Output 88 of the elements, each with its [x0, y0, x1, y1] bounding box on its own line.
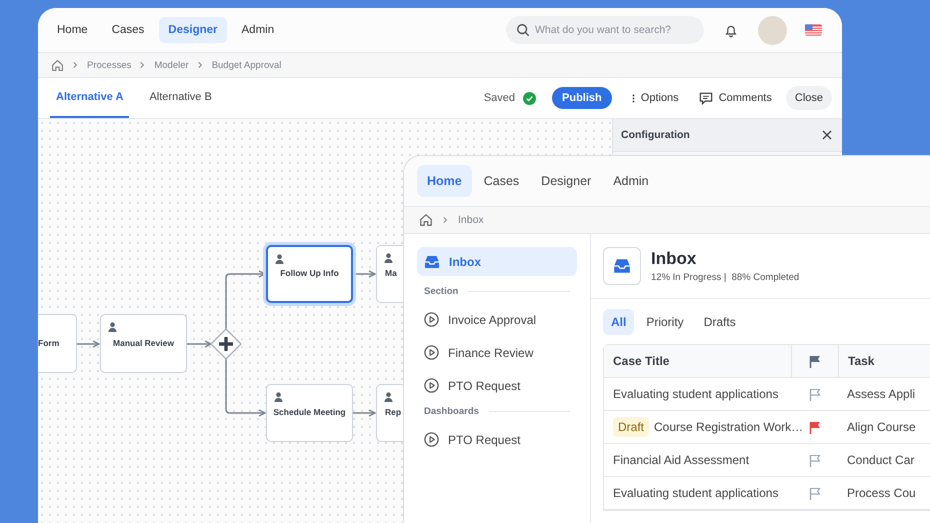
task-node[interactable]: Form [38, 314, 77, 373]
status-badge: Draft [613, 417, 650, 437]
progress-summary: 12% In Progress | 88% Completed [651, 272, 800, 283]
panel-title: Configuration [621, 129, 690, 141]
chevron-icon [72, 61, 79, 69]
sidebar-item[interactable]: PTO Request [417, 369, 577, 402]
inbox-icon [613, 258, 631, 274]
nav-tab[interactable]: Designer [159, 17, 227, 43]
node-label: Follow Up Info [279, 268, 340, 280]
table-cell: Evaluating student applications [613, 387, 778, 401]
connector-arrow [225, 270, 266, 330]
view-tab[interactable]: Alternative B [143, 78, 218, 118]
nav-tab[interactable]: Cases [474, 165, 530, 197]
table-cell: Process Cou [847, 486, 916, 500]
nav-tab[interactable]: Designer [531, 165, 602, 197]
comments-button[interactable]: Comments [692, 88, 778, 108]
filter-tab[interactable]: Drafts [696, 309, 744, 335]
connector-arrow [77, 340, 100, 348]
search-field[interactable]: What do you want to search? [506, 16, 704, 44]
node-label: Manual Review [112, 338, 175, 350]
table-cell: Course Registration Work… [654, 420, 804, 434]
comment-icon [698, 92, 713, 104]
chevron-icon [442, 216, 449, 224]
nav-tab[interactable]: Home [48, 17, 97, 43]
flag-icon [809, 354, 821, 368]
filter-tab[interactable]: All [603, 309, 634, 335]
breadcrumb-link[interactable]: Processes [87, 60, 132, 70]
save-status: Saved [484, 92, 516, 104]
play-icon [424, 345, 439, 360]
more-icon [632, 92, 635, 104]
sidebar-item[interactable]: Finance Review [417, 336, 577, 369]
task-node[interactable]: Ma [376, 245, 403, 303]
task-node[interactable]: Manual Review [100, 314, 187, 373]
home-icon[interactable] [51, 58, 64, 72]
table-cell: Align Course [847, 420, 916, 434]
node-label: Form [38, 338, 60, 350]
chevron-icon [196, 61, 204, 69]
flag-icon[interactable] [809, 454, 821, 466]
breadcrumb-link[interactable]: Inbox [458, 214, 484, 226]
flag-icon[interactable] [805, 24, 822, 36]
table-cell: Assess Appli [847, 387, 916, 401]
section-heading: Section [424, 286, 458, 297]
person-icon [384, 253, 393, 263]
nav-tab[interactable]: Cases [102, 17, 154, 43]
person-icon [384, 392, 393, 402]
flag-icon[interactable] [809, 486, 821, 500]
sidebar-item[interactable]: Invoice Approval [417, 303, 577, 336]
chevron-icon [139, 61, 146, 69]
breadcrumb-link[interactable]: Modeler [154, 60, 189, 70]
nav-tab[interactable]: Admin [232, 17, 284, 43]
play-icon [424, 432, 439, 447]
play-icon [424, 312, 439, 327]
table-cell: Financial Aid Assessment [613, 453, 750, 467]
sidebar-item[interactable]: PTO Request [417, 423, 577, 456]
publish-button[interactable]: Publish [552, 87, 612, 109]
nav-tab[interactable]: Admin [603, 165, 659, 197]
person-icon [108, 322, 117, 332]
flag-icon[interactable] [809, 420, 821, 434]
node-label: Ma [385, 268, 397, 280]
section-heading: Dashboards [424, 406, 479, 417]
sidebar-item[interactable]: Inbox [417, 247, 577, 276]
column-header[interactable]: Task [839, 345, 930, 377]
person-icon [275, 254, 284, 264]
page-title: Inbox [651, 249, 698, 269]
inbox-icon [424, 254, 440, 268]
check-icon [523, 92, 536, 104]
task-node[interactable]: Rep [376, 384, 403, 442]
gateway-diamond[interactable] [210, 328, 242, 360]
close-button[interactable]: Close [786, 86, 832, 110]
play-icon [424, 378, 439, 393]
close-icon[interactable] [822, 130, 832, 140]
task-node[interactable]: Follow Up Info [266, 245, 353, 303]
breadcrumb-link[interactable]: Budget Approval [212, 60, 282, 70]
connector-arrow [225, 358, 266, 417]
node-label: Rep [385, 407, 402, 419]
person-icon [274, 392, 283, 402]
options-button[interactable]: Options [626, 88, 685, 108]
table-cell: Conduct Car [847, 453, 914, 467]
home-icon[interactable] [419, 213, 433, 227]
connector-arrow [187, 340, 212, 348]
nav-tab[interactable]: Home [417, 165, 472, 197]
column-header[interactable]: Case Title [604, 345, 792, 377]
flag-icon[interactable] [809, 388, 821, 400]
task-node[interactable]: Schedule Meeting [266, 384, 353, 442]
filter-tab[interactable]: Priority [638, 309, 692, 335]
node-label: Schedule Meeting [272, 407, 347, 419]
connector-arrow [353, 409, 376, 417]
table-cell: Evaluating student applications [613, 486, 778, 500]
